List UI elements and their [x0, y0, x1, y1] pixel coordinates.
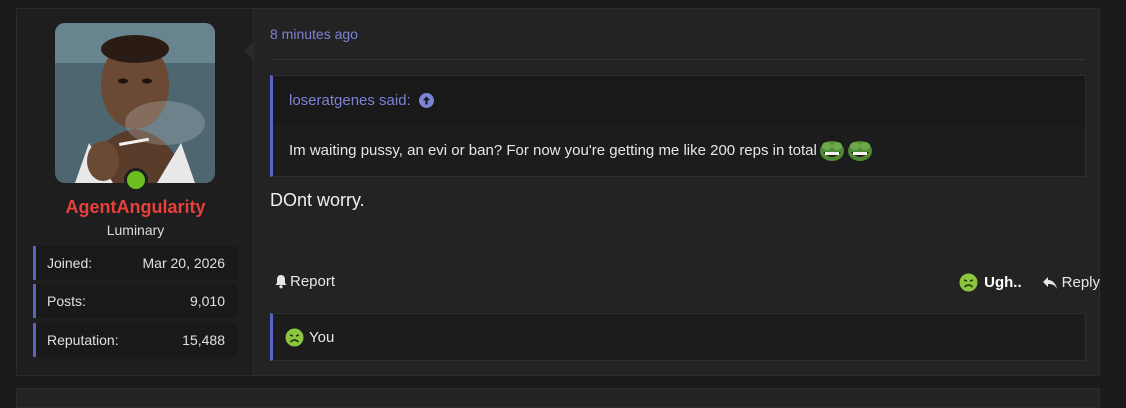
post-container: AgentAngularity Luminary Joined: Mar 20,… — [16, 8, 1100, 376]
avatar-image — [55, 23, 215, 183]
pepe-laugh-icon — [847, 138, 873, 162]
post-main: 8 minutes ago loseratgenes said: Im wait… — [270, 9, 1100, 375]
post-timestamp[interactable]: 8 minutes ago — [270, 26, 358, 42]
pepe-laugh-icon — [819, 138, 845, 162]
stat-value: 15,488 — [182, 332, 225, 348]
post-message: DOnt worry. — [270, 190, 365, 210]
arrow-up-circle-icon[interactable] — [418, 93, 434, 108]
reactions-summary-bar[interactable]: You — [270, 313, 1086, 361]
user-sidebar: AgentAngularity Luminary Joined: Mar 20,… — [17, 9, 254, 375]
username-link[interactable]: AgentAngularity — [17, 197, 254, 218]
reply-label: Reply — [1061, 274, 1100, 291]
stat-label: Joined: — [47, 255, 93, 271]
avatar[interactable] — [55, 23, 215, 183]
sick-face-icon — [959, 273, 978, 292]
next-post-container — [16, 388, 1100, 408]
reply-icon — [1042, 276, 1058, 290]
reaction-label: Ugh.. — [984, 274, 1022, 291]
bell-icon — [274, 274, 288, 289]
quote-author[interactable]: loseratgenes said: — [289, 92, 411, 109]
sidebar-pointer — [244, 41, 254, 61]
online-status-indicator — [124, 168, 148, 192]
reply-button[interactable]: Reply — [1042, 274, 1100, 291]
stat-label: Reputation: — [47, 332, 119, 348]
stat-value: 9,010 — [189, 293, 225, 309]
user-title: Luminary — [106, 222, 165, 238]
stat-posts: Posts: 9,010 — [33, 284, 237, 318]
stat-joined: Joined: Mar 20, 2026 — [33, 246, 237, 280]
report-button[interactable]: Report — [274, 273, 335, 290]
sick-face-icon — [285, 328, 304, 347]
stat-value: Mar 20, 2026 — [142, 255, 226, 271]
stat-reputation: Reputation: 15,488 — [33, 323, 237, 357]
quote-block: loseratgenes said: Im waiting pussy, an … — [270, 75, 1086, 177]
reactions-summary-text: You — [309, 328, 335, 346]
report-label: Report — [290, 273, 336, 290]
stat-label: Posts: — [47, 293, 86, 309]
quote-text-row: Im waiting pussy, an evi or ban? For now… — [289, 138, 873, 162]
quote-text: Im waiting pussy, an evi or ban? For now… — [289, 141, 817, 159]
quote-header[interactable]: loseratgenes said: — [273, 76, 1085, 125]
reaction-button[interactable]: Ugh.. — [959, 273, 1022, 292]
post-actions: Ugh.. Reply — [959, 273, 1100, 292]
divider — [270, 59, 1085, 60]
